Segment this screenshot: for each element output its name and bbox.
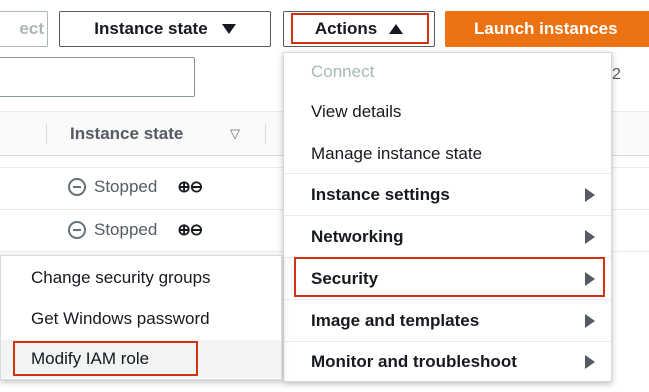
security-highlight-box — [294, 257, 605, 297]
chevron-right-icon — [585, 229, 595, 244]
sort-descending-icon[interactable]: ▽ — [230, 126, 240, 142]
caret-down-icon — [221, 24, 236, 34]
menu-item-instance-settings[interactable]: Instance settings — [284, 174, 611, 215]
column-divider — [265, 124, 266, 144]
submenu-item-label: Get Windows password — [31, 309, 210, 328]
instance-state-button[interactable]: Instance state — [59, 11, 271, 47]
instance-state-value: Stopped — [94, 177, 158, 196]
actions-highlight-box — [291, 13, 429, 44]
column-divider — [46, 124, 47, 144]
search-input[interactable] — [0, 57, 195, 97]
chevron-right-icon — [585, 313, 595, 328]
stopped-status-icon — [68, 178, 86, 196]
submenu-item-change-security-groups[interactable]: Change security groups — [1, 259, 281, 297]
menu-item-networking[interactable]: Networking — [284, 216, 611, 257]
menu-item-monitor-and-troubleshoot[interactable]: Monitor and troubleshoot — [284, 342, 611, 382]
connect-button-label: ect — [19, 19, 44, 38]
modify-iam-role-highlight-box — [13, 341, 198, 376]
column-header-instance-state[interactable]: Instance state — [70, 124, 183, 144]
menu-item-view-details[interactable]: View details — [284, 100, 611, 124]
submenu-item-get-windows-password[interactable]: Get Windows password — [1, 300, 281, 338]
launch-instances-button[interactable]: Launch instances — [445, 11, 649, 47]
menu-item-label: Image and templates — [311, 310, 480, 330]
menu-item-label: Connect — [311, 62, 375, 81]
menu-item-label: Networking — [311, 226, 404, 246]
zoom-icon[interactable]: ⊕⊖ — [177, 220, 203, 240]
menu-item-image-and-templates[interactable]: Image and templates — [284, 300, 611, 341]
connect-button[interactable]: ect — [0, 11, 48, 47]
menu-item-connect[interactable]: Connect — [284, 60, 611, 84]
menu-item-label: Manage instance state — [311, 144, 483, 163]
menu-item-label: Monitor and troubleshoot — [311, 352, 517, 371]
stopped-status-icon — [68, 221, 86, 239]
chevron-right-icon — [585, 355, 595, 369]
zoom-icon[interactable]: ⊕⊖ — [177, 177, 203, 197]
actions-dropdown-menu: Connect View details Manage instance sta… — [283, 52, 612, 382]
instance-state-button-label: Instance state — [94, 19, 208, 38]
instance-state-value: Stopped — [94, 220, 158, 239]
chevron-right-icon — [585, 187, 595, 202]
menu-item-label: View details — [311, 102, 402, 121]
submenu-item-label: Change security groups — [31, 268, 211, 287]
menu-item-label: Instance settings — [311, 184, 450, 204]
menu-item-manage-instance-state[interactable]: Manage instance state — [284, 142, 611, 166]
launch-instances-label: Launch instances — [474, 19, 618, 38]
table-row: Stopped ⊕⊖ — [68, 220, 203, 240]
table-row: Stopped ⊕⊖ — [68, 177, 203, 197]
pagination-page-number[interactable]: 2 — [612, 66, 621, 84]
